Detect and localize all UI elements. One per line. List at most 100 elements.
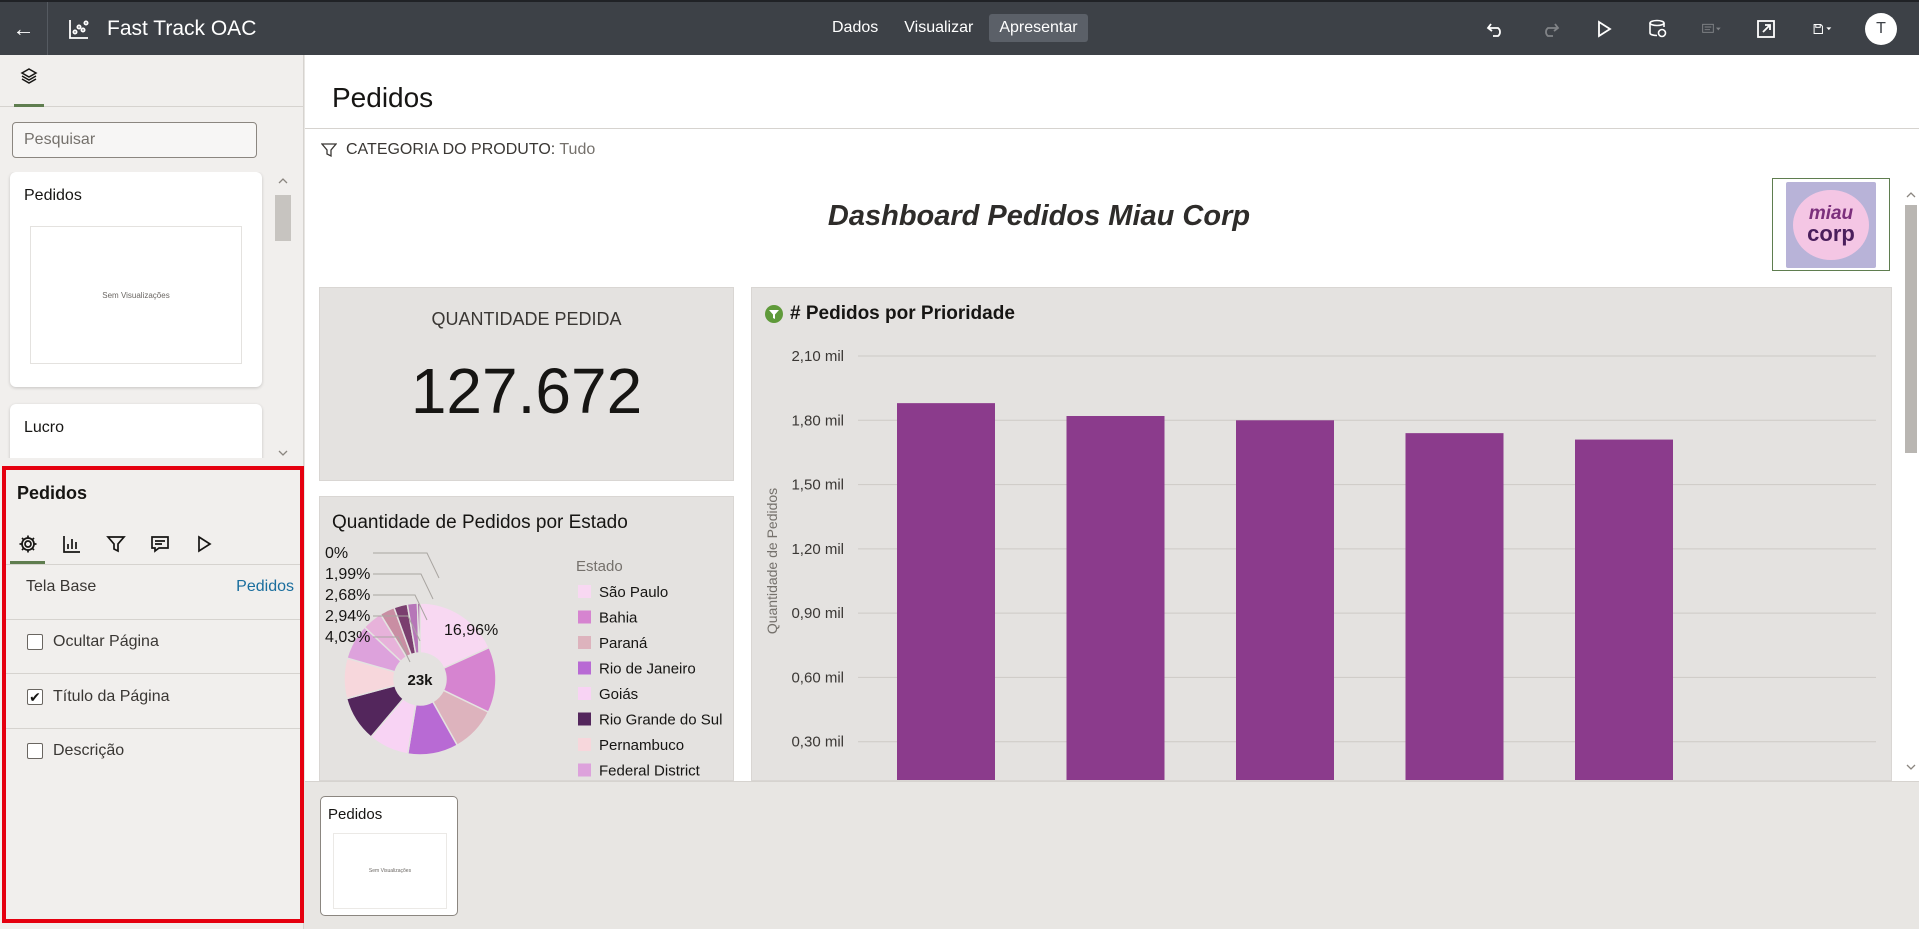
- canvas-scrollbar[interactable]: [1903, 175, 1919, 785]
- scrollbar-thumb[interactable]: [275, 195, 291, 241]
- kpi-tile[interactable]: QUANTIDADE PEDIDA 127.672: [319, 287, 734, 481]
- bar[interactable]: [1236, 420, 1334, 781]
- mode-visualizar[interactable]: Visualizar: [894, 14, 983, 42]
- page-list: Pedidos Sem Visualizações Lucro: [0, 172, 304, 458]
- save-icon: [1813, 23, 1832, 34]
- hide-page-checkbox[interactable]: [27, 634, 43, 650]
- workbook-icon: [69, 20, 89, 39]
- bar-chart-card[interactable]: # Pedidos por Prioridade 0,30 mil 0,60 mi…: [751, 287, 1892, 781]
- strip-page-title: Pedidos: [328, 806, 383, 823]
- pie-legend-swatch: [578, 712, 591, 726]
- pie-legend-swatch: [578, 585, 591, 598]
- refresh-data-icon: [1649, 19, 1667, 37]
- mode-apresentar[interactable]: Apresentar: [989, 14, 1088, 42]
- base-canvas-row: Tela Base Pedidos: [6, 565, 300, 609]
- redo-icon: [1545, 22, 1560, 37]
- back-button[interactable]: ←: [0, 2, 48, 55]
- pie-legend-swatch: [578, 610, 591, 624]
- description-checkbox[interactable]: [27, 743, 43, 759]
- chevron-down-icon: [278, 450, 288, 456]
- pie-legend-label[interactable]: Bahia: [599, 610, 638, 627]
- pie-legend-label[interactable]: Paraná: [599, 635, 648, 652]
- arrow-left-icon: ←: [12, 15, 35, 41]
- y-tick-label: 2,10 mil: [791, 348, 844, 365]
- bar-chart: 0,30 mil 0,60 mil 0,90 mil 1,20 mil 1,50 mil…: [764, 348, 1876, 781]
- tab-layers[interactable]: [14, 67, 44, 107]
- tab-visualizations[interactable]: [54, 530, 89, 564]
- page-title-label: Título da Página: [53, 688, 170, 705]
- description-option[interactable]: Descrição: [6, 729, 300, 773]
- export-button[interactable]: [1739, 2, 1793, 55]
- filter-bar[interactable]: CATEGORIA DO PRODUTO: Tudo: [321, 141, 595, 159]
- page-title-checkbox[interactable]: ✔: [27, 689, 43, 705]
- filter-icon: [321, 143, 337, 158]
- narrate-button[interactable]: [1685, 2, 1739, 55]
- hide-page-option[interactable]: Ocultar Página: [6, 620, 300, 664]
- tab-filters[interactable]: [98, 530, 133, 564]
- sidebar-scrollbar[interactable]: [275, 175, 291, 461]
- save-button[interactable]: [1793, 2, 1853, 55]
- tab-general[interactable]: [10, 530, 45, 564]
- description-label: Descrição: [53, 742, 125, 759]
- pie-legend-label[interactable]: São Paulo: [599, 584, 668, 601]
- page-card-title: Lucro: [24, 419, 65, 436]
- chevron-down-icon: [1906, 764, 1916, 770]
- bar[interactable]: [1066, 416, 1165, 781]
- pie-slice-label: 2,68%: [325, 587, 370, 604]
- page-card-pedidos[interactable]: Pedidos Sem Visualizações: [10, 172, 262, 387]
- search-input[interactable]: [12, 122, 257, 158]
- page-title-option[interactable]: ✔ Título da Página: [6, 675, 300, 719]
- scrollbar-thumb[interactable]: [1905, 205, 1917, 453]
- y-tick-label: 1,20 mil: [791, 541, 844, 558]
- undo-button[interactable]: [1469, 2, 1523, 55]
- canvas: Pedidos CATEGORIA DO PRODUTO: Tudo Dashb…: [305, 55, 1919, 781]
- pie-chart-card[interactable]: Quantidade de Pedidos por Estado 23k 16,9…: [319, 496, 734, 781]
- tab-notes[interactable]: [142, 530, 177, 564]
- export-icon: [1757, 19, 1775, 38]
- narrate-icon: [1702, 23, 1721, 33]
- logo-text-2: corp: [1807, 221, 1855, 246]
- dashboard-title: Dashboard Pedidos Miau Corp: [827, 200, 1251, 232]
- bar[interactable]: [1405, 433, 1504, 781]
- top-bar: ← Fast Track OAC Dados Visualizar Aprese…: [0, 0, 1919, 55]
- comment-icon: [150, 536, 169, 553]
- chevron-up-icon: [1906, 192, 1916, 198]
- base-canvas-label: Tela Base: [26, 578, 97, 595]
- strip-page-card[interactable]: Pedidos Sem Visualizações: [320, 796, 458, 916]
- kpi-value: 127.672: [410, 355, 643, 427]
- base-canvas-value[interactable]: Pedidos: [236, 578, 294, 596]
- mode-dados[interactable]: Dados: [822, 14, 888, 42]
- y-axis-label: Quantidade de Pedidos: [764, 488, 780, 634]
- pie-legend-label[interactable]: Pernambuco: [599, 737, 684, 754]
- undo-icon: [1486, 22, 1501, 37]
- chevron-up-icon: [278, 178, 288, 184]
- tab-presentation[interactable]: [186, 530, 221, 564]
- pie-legend-swatch: [578, 661, 591, 675]
- pie-legend-title: Estado: [576, 558, 623, 575]
- pie-chart: 23k 16,96% 0% 1,99% 2,68% 2,94% 4,03% Estado São…: [325, 545, 722, 780]
- pie-legend-label[interactable]: Federal District: [599, 763, 701, 780]
- properties-panel: Pedidos Tela Base Pedidos Ocultar Página…: [2, 466, 304, 923]
- play-button[interactable]: [1577, 2, 1631, 55]
- pie-legend-label[interactable]: Rio de Janeiro: [599, 661, 696, 678]
- company-logo: miau corp: [1772, 178, 1890, 271]
- pie-legend-label[interactable]: Rio Grande do Sul: [599, 712, 722, 729]
- filter-value[interactable]: Tudo: [559, 141, 595, 158]
- y-tick-label: 0,60 mil: [791, 669, 844, 686]
- page-card-lucro[interactable]: Lucro: [10, 404, 262, 458]
- y-tick-label: 0,90 mil: [791, 605, 844, 622]
- properties-title: Pedidos: [17, 483, 88, 503]
- filter-icon: [105, 536, 126, 553]
- redo-button[interactable]: [1523, 2, 1577, 55]
- refresh-data-button[interactable]: [1631, 2, 1685, 55]
- pie-slice-label: 2,94%: [325, 608, 370, 625]
- bar[interactable]: [897, 403, 995, 781]
- page-card-title: Pedidos: [24, 187, 82, 204]
- avatar[interactable]: T: [1865, 12, 1897, 45]
- toolbar: T: [1469, 2, 1919, 55]
- gear-icon: [19, 535, 36, 553]
- sidebar-tabbar: [0, 55, 303, 107]
- app-title: Fast Track OAC: [107, 17, 257, 40]
- bar[interactable]: [1575, 439, 1673, 781]
- pie-legend-label[interactable]: Goiás: [599, 686, 638, 703]
